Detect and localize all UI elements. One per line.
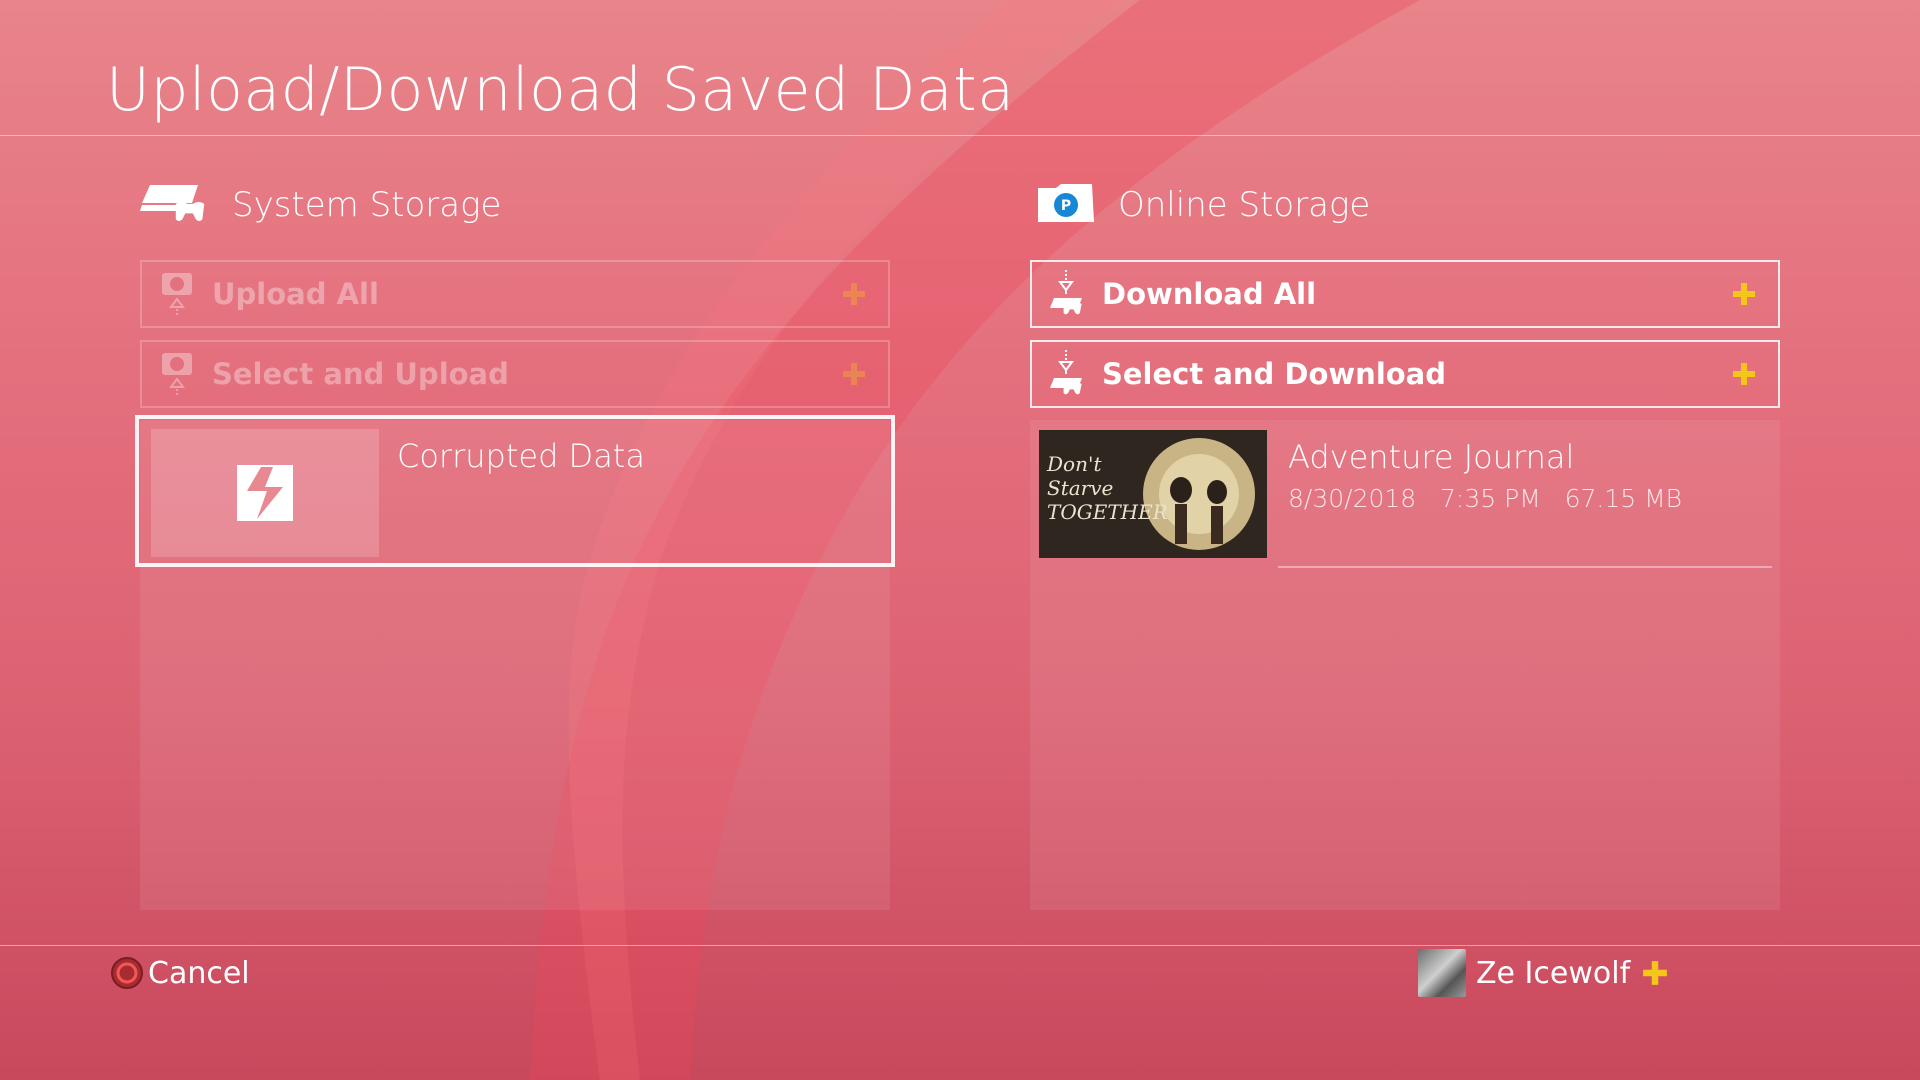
user-profile: Ze Icewolf: [1418, 949, 1668, 997]
footer-divider: [0, 945, 1920, 946]
online-storage-title: Online Storage: [1118, 185, 1371, 225]
cloud-folder-icon: P: [1036, 180, 1096, 230]
corrupted-data-thumbnail: [151, 429, 379, 557]
avatar: [1418, 949, 1466, 997]
upload-all-button[interactable]: Upload All: [140, 260, 890, 328]
download-icon: [1046, 348, 1090, 400]
ps-plus-icon: [843, 283, 865, 305]
ps4-console-icon: [140, 181, 210, 229]
online-storage-header: P Online Storage: [1036, 180, 1370, 230]
cancel-label: Cancel: [148, 955, 250, 991]
upload-all-label: Upload All: [212, 277, 379, 311]
svg-text:P: P: [1061, 198, 1071, 214]
user-name: Ze Icewolf: [1476, 955, 1631, 991]
select-and-download-button[interactable]: Select and Download: [1030, 340, 1780, 408]
header-divider: [0, 135, 1920, 136]
adventure-journal-item[interactable]: Don't Starve TOGETHER Adventure Journal …: [1030, 420, 1780, 572]
corrupted-data-icon: [237, 465, 293, 521]
download-all-label: Download All: [1102, 277, 1317, 311]
item-divider: [1278, 566, 1772, 568]
upload-icon: [156, 268, 200, 320]
ps-plus-icon: [1733, 363, 1755, 385]
ps-plus-icon: [843, 363, 865, 385]
system-storage-title: System Storage: [232, 185, 502, 225]
select-and-upload-button[interactable]: Select and Upload: [140, 340, 890, 408]
circle-button-icon: [111, 957, 143, 989]
ps-plus-icon: [1643, 961, 1668, 985]
game-thumbnail: Don't Starve TOGETHER: [1039, 430, 1267, 558]
system-storage-header: System Storage: [140, 180, 501, 230]
select-and-upload-label: Select and Upload: [212, 357, 509, 391]
corrupted-data-name: Corrupted Data: [397, 437, 645, 475]
game-thumbnail-title: Don't Starve TOGETHER: [1047, 452, 1168, 524]
download-icon: [1046, 268, 1090, 320]
page-title: Upload/Download Saved Data: [106, 55, 1015, 125]
cancel-button[interactable]: Cancel: [110, 950, 250, 996]
adventure-journal-name: Adventure Journal: [1288, 438, 1575, 476]
ps-plus-icon: [1733, 283, 1755, 305]
corrupted-data-item[interactable]: Corrupted Data: [135, 415, 895, 567]
upload-icon: [156, 348, 200, 400]
download-all-button[interactable]: Download All: [1030, 260, 1780, 328]
adventure-journal-meta: 8/30/2018 7:35 PM 67.15 MB: [1288, 484, 1683, 513]
select-and-download-label: Select and Download: [1102, 357, 1447, 391]
